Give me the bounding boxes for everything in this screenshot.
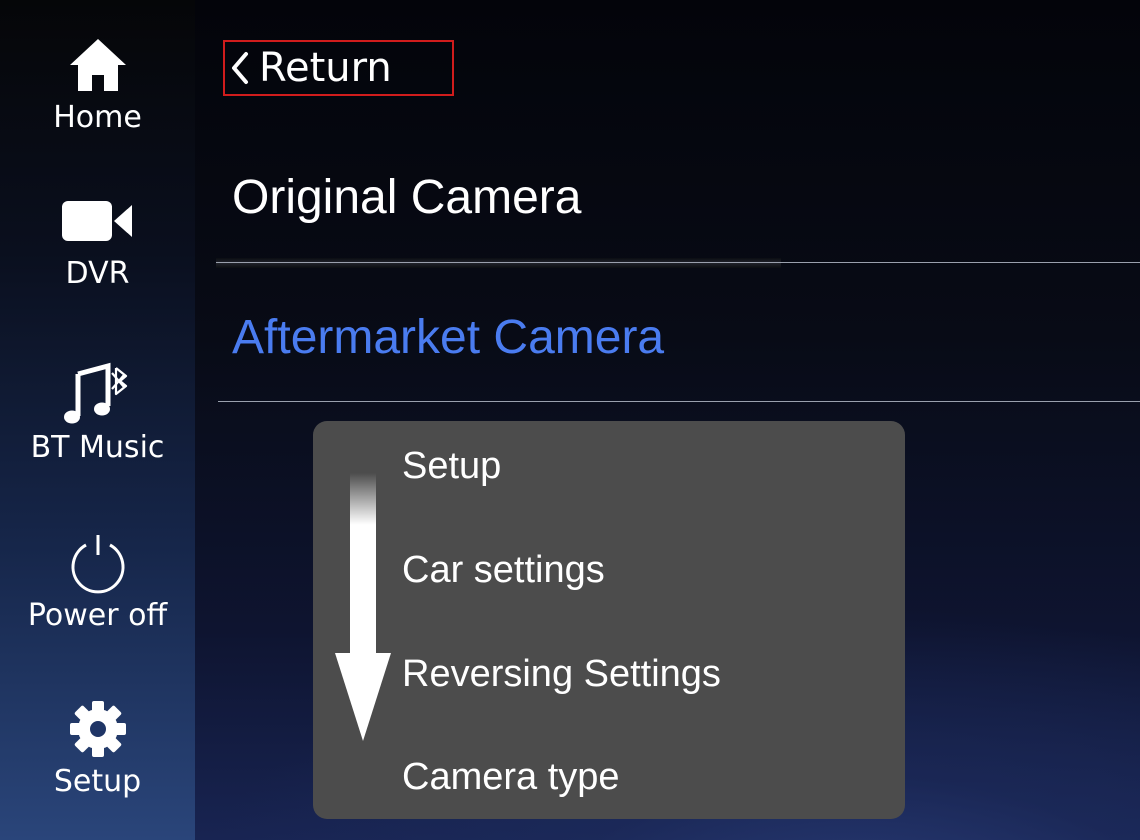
sidebar-item-label: DVR <box>65 256 130 291</box>
sidebar-item-label: Setup <box>53 764 142 799</box>
divider <box>216 258 1140 270</box>
sidebar-item-label: BT Music <box>30 430 165 465</box>
sidebar-item-label: Home <box>53 100 142 135</box>
return-label: Return <box>259 45 392 91</box>
step-label: Setup <box>402 445 502 487</box>
main-panel: Return Original Camera Aftermarket Camer… <box>195 0 1140 840</box>
divider <box>218 401 1140 402</box>
sidebar-item-setup[interactable]: Setup <box>0 694 195 800</box>
power-icon <box>58 528 138 598</box>
step-label: Camera type <box>402 756 620 798</box>
sidebar: Home DVR BT Music Power off Setup <box>0 0 195 840</box>
gear-icon <box>58 694 138 764</box>
sidebar-item-label: Power off <box>27 598 168 633</box>
step-label: Reversing Settings <box>402 653 721 695</box>
bluetooth-music-icon <box>58 360 138 430</box>
chevron-left-icon <box>227 48 253 88</box>
screen: Home DVR BT Music Power off Setup Return… <box>0 0 1140 840</box>
original-camera-option[interactable]: Original Camera <box>232 170 581 225</box>
down-arrow-icon <box>335 473 391 741</box>
aftermarket-camera-option[interactable]: Aftermarket Camera <box>232 310 664 365</box>
navigation-steps-overlay: Setup Car settings Reversing Settings Ca… <box>313 421 905 819</box>
sidebar-item-power-off[interactable]: Power off <box>0 528 195 634</box>
step-label: Car settings <box>402 549 605 591</box>
video-camera-icon <box>58 186 138 256</box>
sidebar-item-dvr[interactable]: DVR <box>0 186 195 292</box>
sidebar-item-home[interactable]: Home <box>0 30 195 136</box>
home-icon <box>58 30 138 100</box>
sidebar-item-bt-music[interactable]: BT Music <box>0 360 195 466</box>
return-button[interactable]: Return <box>223 40 454 96</box>
